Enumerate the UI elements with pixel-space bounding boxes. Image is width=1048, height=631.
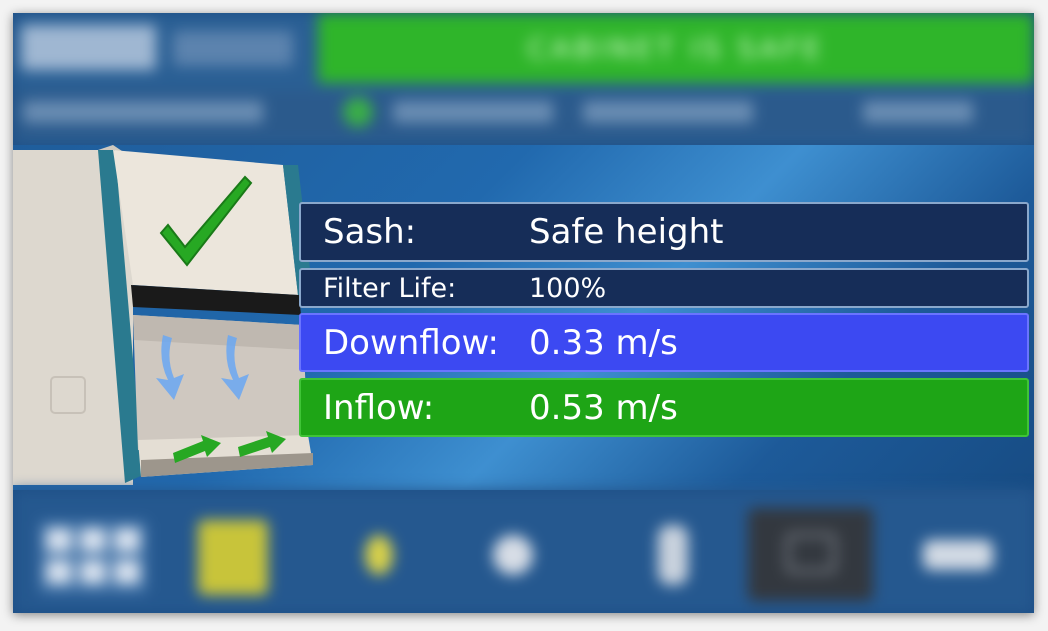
settings-icon	[923, 540, 993, 570]
bottom-toolbar	[13, 490, 1034, 613]
lightbulb-button[interactable]	[343, 520, 413, 595]
filter-life-label: Filter Life:	[323, 272, 457, 304]
apps-grid-icon	[46, 528, 140, 584]
sash-label: Sash:	[323, 212, 417, 252]
filter-life-row: Filter Life: 100%	[299, 268, 1029, 308]
header: CABINET IS SAFE	[13, 13, 1034, 145]
info-segment	[393, 101, 553, 123]
power-outlet-button[interactable]	[483, 520, 573, 595]
inflow-value: 0.53 m/s	[529, 387, 678, 428]
filter-life-value: 100%	[529, 272, 607, 304]
sash-row: Sash: Safe height	[299, 202, 1029, 262]
downflow-row: Downflow: 0.33 m/s	[299, 313, 1029, 372]
status-banner: CABINET IS SAFE	[318, 13, 1034, 83]
window-button[interactable]	[748, 508, 873, 601]
window-icon	[786, 533, 836, 573]
main-panel: Sash: Safe height Filter Life: 100% Down…	[13, 145, 1034, 490]
info-segment	[583, 101, 753, 123]
yellow-square-button[interactable]	[198, 520, 268, 595]
uv-lamp-icon	[658, 525, 688, 585]
lightbulb-icon	[365, 535, 393, 575]
status-dot-icon	[343, 97, 373, 127]
apps-grid-button[interactable]	[38, 520, 148, 595]
info-segment	[863, 101, 973, 123]
status-banner-text: CABINET IS SAFE	[527, 31, 825, 65]
inflow-label: Inflow:	[323, 387, 435, 428]
sash-value: Safe height	[529, 212, 724, 252]
inflow-row: Inflow: 0.53 m/s	[299, 378, 1029, 437]
downflow-label: Downflow:	[323, 322, 499, 363]
logo	[21, 25, 156, 70]
downflow-value: 0.33 m/s	[529, 322, 678, 363]
cabinet-illustration	[13, 145, 313, 485]
info-row	[13, 91, 1034, 139]
logo-subtitle	[173, 31, 293, 66]
settings-button[interactable]	[908, 520, 1008, 595]
power-outlet-icon	[493, 535, 533, 575]
info-segment	[23, 101, 263, 123]
uv-lamp-button[interactable]	[643, 520, 703, 595]
app-screen: CABINET IS SAFE Sash: Safe height Filter…	[13, 13, 1034, 613]
